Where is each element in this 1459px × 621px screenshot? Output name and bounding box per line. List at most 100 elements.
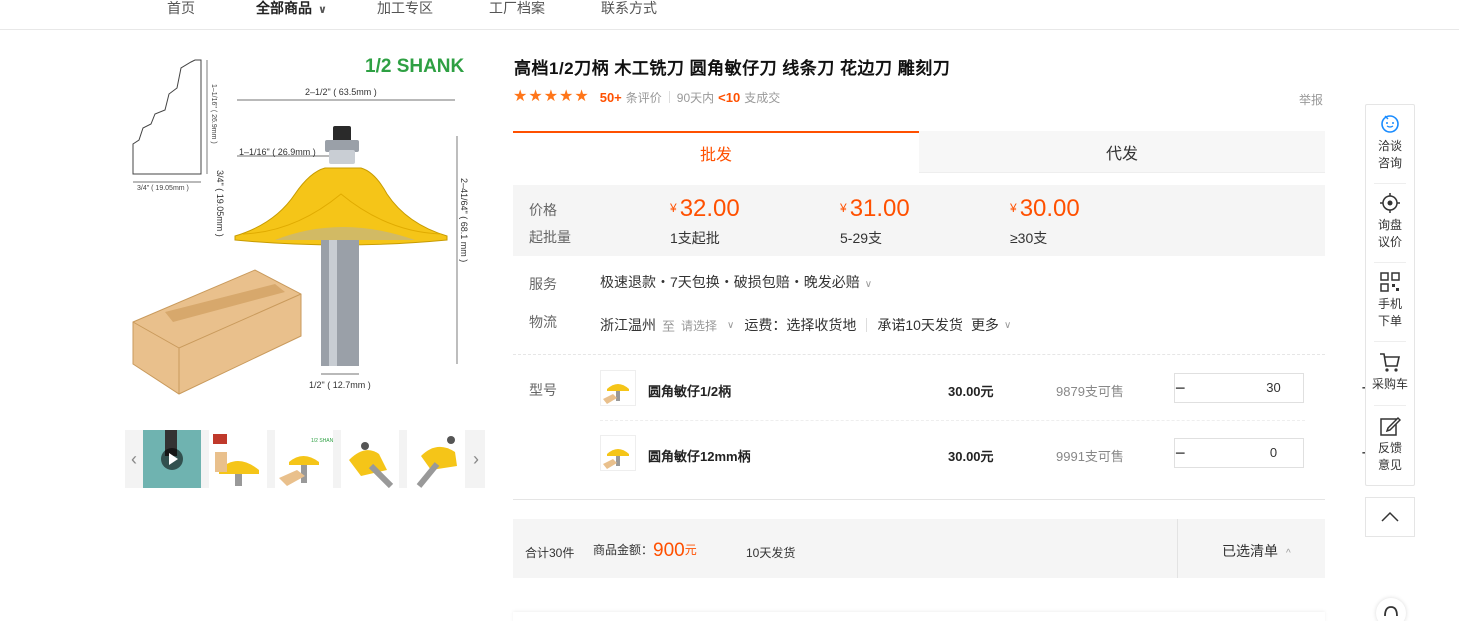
- mobile-order-button[interactable]: 手机 下单: [1366, 271, 1414, 330]
- tier-qty: ≥30支: [1010, 230, 1048, 246]
- price-label: 价格: [529, 202, 557, 218]
- divider: [513, 354, 1325, 355]
- sku-name: 圆角敏仔12mm柄: [648, 449, 751, 464]
- chevron-down-icon: ∨: [864, 279, 873, 290]
- sku-stock: 9879支可售: [1056, 384, 1124, 399]
- star-icon: ★: [528, 88, 543, 105]
- service-text: 极速退款・7天包换・破损包赔・晚发必赔: [600, 274, 860, 290]
- quantity-stepper: − +: [1174, 438, 1372, 468]
- report-link[interactable]: 举报: [1299, 91, 1323, 108]
- chevron-up-icon: ^: [1286, 548, 1291, 559]
- qr-code-icon: [1380, 272, 1400, 292]
- nav-processing[interactable]: 加工专区: [377, 0, 433, 18]
- more-logistics[interactable]: 更多 ∨: [971, 315, 1011, 335]
- customer-service-button[interactable]: [1376, 598, 1406, 621]
- chat-button[interactable]: 洽谈 咨询: [1366, 113, 1414, 172]
- feedback-label-1: 反馈: [1377, 441, 1402, 455]
- quantity-input[interactable]: [1185, 439, 1362, 467]
- top-nav: 首页 全部商品 ∨ 加工专区 工厂档案 联系方式: [0, 0, 1459, 30]
- sku-name: 圆角敏仔1/2柄: [648, 384, 732, 399]
- price-panel: 价格 起批量 ¥32.00 1支起批 ¥31.00 5-29支 ¥30.00 ≥…: [513, 185, 1325, 256]
- sku-thumbnail[interactable]: [600, 370, 636, 406]
- nav-home[interactable]: 首页: [167, 0, 195, 18]
- star-icon: ★: [574, 88, 589, 105]
- product-title: 高档1/2刀柄 木工铣刀 圆角敏仔刀 线条刀 花边刀 雕刻刀: [514, 59, 951, 78]
- decrement-button[interactable]: −: [1175, 374, 1186, 402]
- rating-stars: ★ ★ ★ ★ ★: [513, 89, 590, 105]
- tab-dropship[interactable]: 代发: [919, 131, 1325, 173]
- chat-label-1: 洽谈: [1377, 139, 1402, 153]
- divider: [668, 91, 670, 103]
- sold-count: <10: [718, 89, 741, 105]
- thumbnail-5[interactable]: [407, 430, 465, 488]
- thumbnail-2[interactable]: [209, 430, 267, 488]
- total-quantity: 合计30件: [525, 546, 575, 560]
- rating-row: ★ ★ ★ ★ ★ 50+ 条评价 90天内 <10 支成交: [513, 88, 780, 106]
- chevron-left-icon[interactable]: ‹: [125, 430, 143, 488]
- cart-label: 采购车: [1371, 377, 1408, 391]
- divider: [600, 420, 1305, 421]
- nav-factory[interactable]: 工厂档案: [489, 0, 545, 18]
- service-guarantees[interactable]: 极速退款・7天包换・破损包赔・晚发必赔 ∨: [600, 272, 872, 292]
- feedback-button[interactable]: 反馈 意见: [1366, 415, 1414, 474]
- decrement-button[interactable]: −: [1175, 439, 1186, 467]
- chevron-down-icon: ∨: [318, 4, 327, 16]
- thumbnail-video[interactable]: [143, 430, 201, 488]
- tab-wholesale[interactable]: 批发: [513, 131, 919, 173]
- service-label: 服务: [529, 276, 557, 292]
- chevron-up-icon: [1381, 511, 1399, 522]
- divider: [1374, 341, 1406, 342]
- sku-row: 圆角敏仔12mm柄 30.00元 9991支可售 − +: [600, 435, 1372, 475]
- overall-height-dim: 2–41/64" ( 68.1 mm ): [459, 178, 469, 262]
- sold-period: 90天内: [676, 90, 715, 105]
- sold-label: 支成交: [744, 90, 781, 105]
- moq-label: 起批量: [529, 229, 571, 245]
- main-product-image[interactable]: 1–1/16" ( 26.9mm ) 3/4" ( 19.05mm ) 1/2 …: [125, 44, 485, 410]
- svg-text:1/2 SHANK: 1/2 SHANK: [311, 438, 333, 444]
- purchase-tabs: 批发 代发: [513, 131, 1325, 173]
- order-summary: 合计30件 商品金额：900元 10天发货 已选清单 ^: [513, 519, 1325, 578]
- divider: [1374, 262, 1406, 263]
- tier-price: 32.00: [679, 195, 740, 222]
- router-bit-illustration: 1–1/16" ( 26.9mm ) 3/4" ( 19.05mm ) 1/2 …: [132, 56, 469, 395]
- divider: [1374, 405, 1406, 406]
- sku-stock: 9991支可售: [1056, 449, 1124, 464]
- currency-symbol: ¥: [840, 201, 847, 215]
- width-top-dim: 2–1/2" ( 63.5mm ): [305, 87, 377, 97]
- profile-bottom-dim: 3/4" ( 19.05mm ): [137, 185, 189, 192]
- origin: 浙江温州: [600, 317, 656, 333]
- price-tier-3: ¥30.00 ≥30支: [1010, 195, 1080, 248]
- logistics-row: 浙江温州 至 请选择 ∨ 运费：选择收货地 承诺10天发货 更多 ∨: [600, 315, 1011, 335]
- sku-thumbnail[interactable]: [600, 435, 636, 471]
- selected-list-button[interactable]: 已选清单 ^: [1222, 541, 1291, 561]
- chat-icon: [1381, 115, 1399, 133]
- cart-icon: [1380, 353, 1400, 372]
- chevron-right-icon[interactable]: ›: [467, 430, 485, 488]
- sku-row: 圆角敏仔1/2柄 30.00元 9879支可售 − +: [600, 370, 1372, 410]
- quantity-input[interactable]: [1185, 374, 1362, 402]
- thumbnail-4[interactable]: [341, 430, 399, 489]
- more-label: 更多: [970, 317, 999, 333]
- reviews-count[interactable]: 50+: [600, 90, 622, 105]
- inquiry-button[interactable]: 询盘 议价: [1366, 192, 1414, 251]
- total-amount: 商品金额：900元: [593, 540, 697, 562]
- cut-height-dim: 3/4" ( 19.05mm ): [215, 170, 225, 237]
- sku-label: 型号: [529, 382, 557, 398]
- tier-qty: 1支起批: [670, 230, 720, 246]
- nav-contact[interactable]: 联系方式: [601, 0, 657, 18]
- logistics-label: 物流: [529, 314, 557, 330]
- feedback-label-2: 意见: [1377, 458, 1402, 472]
- ship-time: 10天发货: [746, 546, 796, 560]
- to-label: 至: [662, 318, 676, 334]
- reviews-label[interactable]: 条评价: [626, 89, 662, 106]
- cart-button[interactable]: 采购车: [1366, 351, 1414, 393]
- amount-value: 900: [653, 540, 685, 561]
- nav-all-products[interactable]: 全部商品 ∨: [256, 0, 327, 18]
- destination-select[interactable]: 请选择 ∨: [681, 317, 744, 334]
- back-to-top-button[interactable]: [1365, 497, 1415, 537]
- inquiry-label-2: 议价: [1377, 235, 1402, 249]
- currency-symbol: ¥: [670, 201, 677, 215]
- bottom-card: [513, 612, 1325, 621]
- thumbnail-3[interactable]: 1/2 SHANK: [275, 430, 337, 488]
- sku-price: 30.00元: [948, 449, 994, 464]
